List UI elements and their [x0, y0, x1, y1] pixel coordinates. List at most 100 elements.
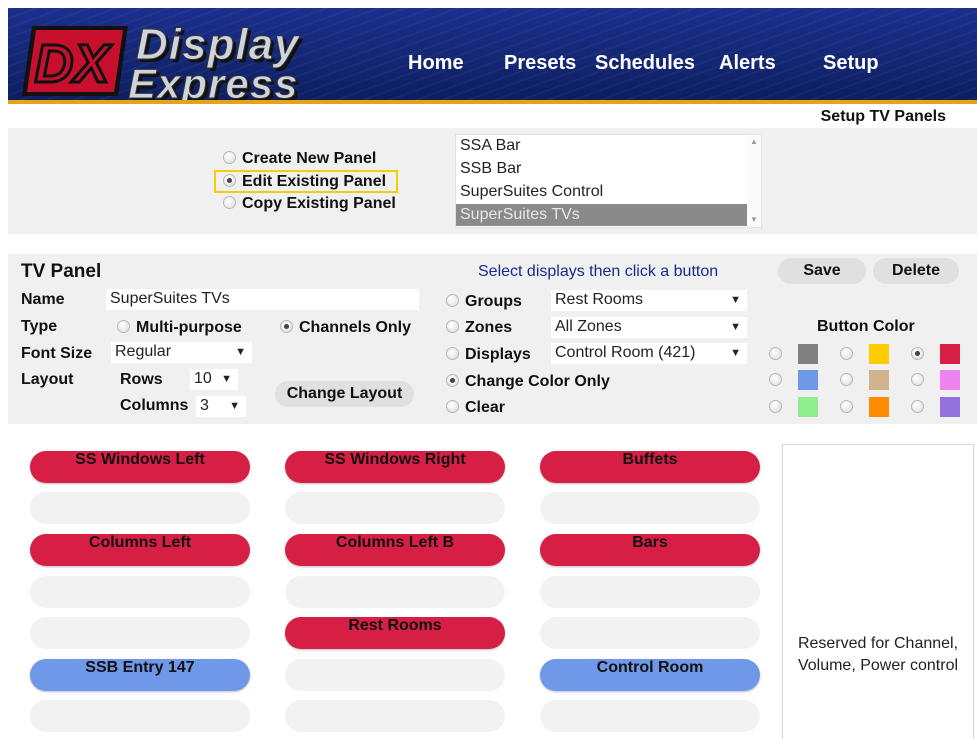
type-channels-only-label[interactable]: Channels Only: [299, 319, 411, 337]
empty-tv-slot[interactable]: [30, 617, 250, 649]
panel-list-item[interactable]: SuperSuites Control: [456, 181, 749, 203]
color-swatch[interactable]: [940, 344, 960, 364]
columns-label: Columns: [120, 397, 189, 414]
scroll-down-icon[interactable]: ▼: [750, 215, 758, 224]
color-radio[interactable]: [911, 400, 924, 413]
edit-existing-panel-label[interactable]: Edit Existing Panel: [242, 173, 386, 191]
nav-setup[interactable]: Setup: [823, 52, 879, 75]
tv-button[interactable]: SS Windows Right: [285, 451, 505, 483]
tv-button[interactable]: Rest Rooms: [285, 617, 505, 649]
empty-tv-slot[interactable]: [540, 576, 760, 608]
delete-button[interactable]: Delete: [873, 258, 959, 284]
type-multipurpose-label[interactable]: Multi-purpose: [136, 319, 242, 337]
color-radio[interactable]: [840, 373, 853, 386]
color-radio[interactable]: [769, 400, 782, 413]
font-size-dropdown[interactable]: Regular ▼: [111, 342, 252, 363]
empty-tv-slot[interactable]: [540, 700, 760, 732]
color-swatch[interactable]: [869, 370, 889, 390]
color-radio[interactable]: [911, 373, 924, 386]
panel-listbox[interactable]: SSA Bar SSB Bar SuperSuites Control Supe…: [455, 134, 762, 228]
chevron-down-icon: ▼: [730, 347, 741, 359]
nav-home[interactable]: Home: [408, 52, 464, 75]
empty-tv-slot[interactable]: [30, 700, 250, 732]
zones-radio[interactable]: [446, 320, 459, 333]
chevron-down-icon: ▼: [235, 346, 246, 358]
create-new-panel-label[interactable]: Create New Panel: [242, 150, 376, 168]
panel-list-item[interactable]: SSB Bar: [456, 158, 749, 180]
empty-tv-slot[interactable]: [285, 659, 505, 691]
header-banner: DX Display Express Home Presets Schedule…: [8, 8, 977, 104]
change-color-only-radio[interactable]: [446, 374, 459, 387]
tv-button[interactable]: Buffets: [540, 451, 760, 483]
copy-existing-panel-label[interactable]: Copy Existing Panel: [242, 195, 396, 213]
rows-value: 10: [194, 370, 212, 387]
edit-existing-panel-radio[interactable]: [223, 174, 236, 187]
displays-label[interactable]: Displays: [465, 346, 531, 364]
empty-tv-slot[interactable]: [285, 700, 505, 732]
panel-list-item-selected[interactable]: SuperSuites TVs: [456, 204, 749, 226]
empty-tv-slot[interactable]: [30, 576, 250, 608]
color-swatch[interactable]: [869, 397, 889, 417]
scroll-up-icon[interactable]: ▲: [750, 137, 758, 146]
color-swatch[interactable]: [940, 397, 960, 417]
tv-button[interactable]: SSB Entry 147: [30, 659, 250, 691]
tv-button[interactable]: Bars: [540, 534, 760, 566]
groups-value: Rest Rooms: [555, 291, 644, 308]
clear-label[interactable]: Clear: [465, 399, 505, 417]
rows-label: Rows: [120, 371, 163, 388]
change-color-only-label[interactable]: Change Color Only: [465, 373, 610, 391]
logo-letters: DX: [34, 34, 112, 94]
font-size-label: Font Size: [21, 345, 93, 362]
columns-dropdown[interactable]: 3 ▼: [196, 396, 246, 417]
groups-dropdown[interactable]: Rest Rooms ▼: [551, 290, 747, 311]
color-swatch[interactable]: [869, 344, 889, 364]
displays-dropdown[interactable]: Control Room (421) ▼: [551, 343, 747, 364]
color-swatch[interactable]: [798, 370, 818, 390]
panel-list-item[interactable]: SSA Bar: [456, 135, 749, 157]
tv-button[interactable]: Control Room: [540, 659, 760, 691]
color-swatch[interactable]: [798, 344, 818, 364]
listbox-scrollbar[interactable]: ▲ ▼: [747, 135, 761, 227]
empty-tv-slot[interactable]: [540, 617, 760, 649]
nav-presets[interactable]: Presets: [504, 52, 576, 75]
rows-dropdown[interactable]: 10 ▼: [190, 369, 238, 390]
groups-label[interactable]: Groups: [465, 293, 522, 311]
chevron-down-icon: ▼: [229, 400, 240, 412]
color-radio[interactable]: [769, 347, 782, 360]
color-radio[interactable]: [911, 347, 924, 360]
save-button[interactable]: Save: [778, 258, 866, 284]
type-multipurpose-radio[interactable]: [117, 320, 130, 333]
empty-tv-slot[interactable]: [285, 576, 505, 608]
zones-label[interactable]: Zones: [465, 319, 512, 337]
color-radio[interactable]: [840, 347, 853, 360]
change-layout-button[interactable]: Change Layout: [275, 381, 414, 407]
tv-button[interactable]: SS Windows Left: [30, 451, 250, 483]
copy-existing-panel-radio[interactable]: [223, 196, 236, 209]
displays-value: Control Room (421): [555, 344, 696, 361]
empty-tv-slot[interactable]: [285, 492, 505, 524]
name-field[interactable]: SuperSuites TVs: [106, 289, 419, 310]
columns-value: 3: [200, 397, 209, 414]
dx-logo: DX: [22, 26, 128, 96]
clear-radio[interactable]: [446, 400, 459, 413]
displays-radio[interactable]: [446, 347, 459, 360]
type-channels-only-radio[interactable]: [280, 320, 293, 333]
color-swatch[interactable]: [798, 397, 818, 417]
editor-hint: Select displays then click a button: [478, 263, 719, 280]
nav-schedules[interactable]: Schedules: [595, 52, 695, 75]
tv-button[interactable]: Columns Left B: [285, 534, 505, 566]
zones-dropdown[interactable]: All Zones ▼: [551, 317, 747, 338]
color-radio[interactable]: [840, 400, 853, 413]
color-swatch[interactable]: [940, 370, 960, 390]
chevron-down-icon: ▼: [730, 294, 741, 306]
tv-button[interactable]: Columns Left: [30, 534, 250, 566]
logo-word-express: Express: [127, 60, 299, 105]
empty-tv-slot[interactable]: [540, 492, 760, 524]
empty-tv-slot[interactable]: [30, 492, 250, 524]
nav-alerts[interactable]: Alerts: [719, 52, 776, 75]
page-title: Setup TV Panels: [820, 108, 946, 125]
create-new-panel-radio[interactable]: [223, 151, 236, 164]
groups-radio[interactable]: [446, 294, 459, 307]
name-label: Name: [21, 291, 65, 308]
color-radio[interactable]: [769, 373, 782, 386]
